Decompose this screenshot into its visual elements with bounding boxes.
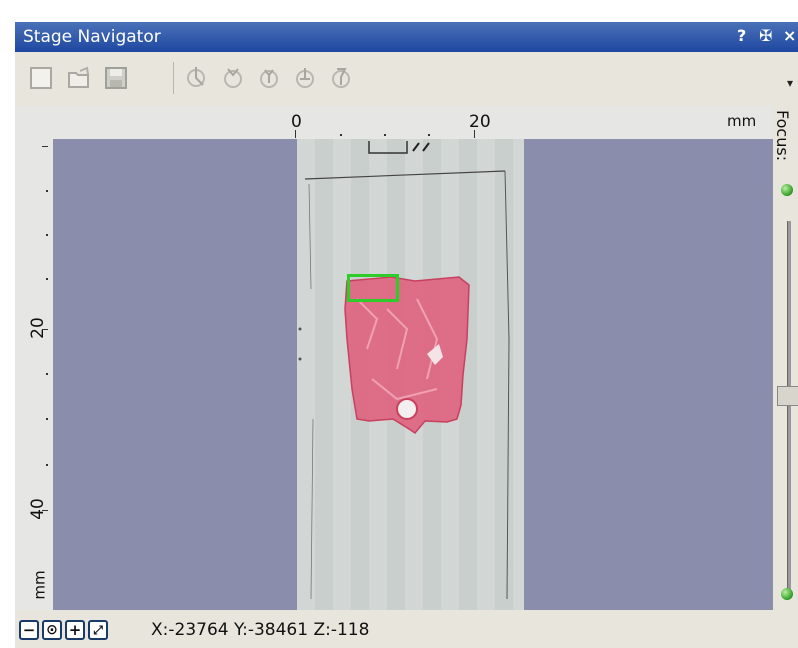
toolbar-separator bbox=[173, 62, 174, 94]
tool-5-icon[interactable] bbox=[327, 64, 355, 92]
ruler-tick bbox=[46, 234, 48, 236]
ruler-top: 0 20 mm bbox=[15, 106, 773, 139]
focus-panel: Focus: bbox=[773, 106, 798, 610]
stage-viewport[interactable]: 0 20 mm 20 40 mm bbox=[15, 106, 773, 610]
focus-slider-track[interactable] bbox=[787, 221, 791, 591]
status-bar: − ⊙ + ⤢ X:-23764 Y:-38461 Z:-118 bbox=[15, 610, 798, 648]
ruler-left-label-20: 20 bbox=[27, 317, 48, 339]
new-icon[interactable] bbox=[27, 64, 55, 92]
ruler-tick bbox=[42, 329, 48, 330]
ruler-tick bbox=[384, 134, 386, 136]
ruler-tick bbox=[42, 510, 48, 511]
ruler-top-label-0: 0 bbox=[291, 112, 302, 132]
top-margin bbox=[0, 0, 798, 22]
open-icon[interactable] bbox=[65, 64, 93, 92]
ruler-left-unit: mm bbox=[30, 570, 49, 600]
tool-4-icon[interactable] bbox=[291, 64, 319, 92]
ruler-top-unit: mm bbox=[727, 112, 757, 130]
ruler-tick bbox=[428, 134, 430, 136]
help-button[interactable]: ? bbox=[737, 26, 746, 45]
focus-bottom-indicator-icon bbox=[781, 588, 793, 600]
ruler-tick bbox=[46, 190, 48, 192]
focus-slider-thumb[interactable] bbox=[777, 385, 798, 406]
zoom-out-button[interactable]: − bbox=[19, 620, 39, 640]
tool-1-icon[interactable] bbox=[182, 64, 210, 92]
title-bar: Stage Navigator ? ✠ × bbox=[15, 22, 798, 52]
slide-drawing bbox=[298, 141, 510, 600]
ruler-tick bbox=[46, 418, 48, 420]
center-button[interactable]: ⊙ bbox=[42, 620, 62, 640]
tool-2-icon[interactable] bbox=[219, 64, 247, 92]
ruler-tick bbox=[474, 130, 475, 138]
ruler-tick bbox=[340, 134, 342, 136]
ruler-left: 20 40 mm bbox=[15, 106, 53, 610]
toolbar-overflow-icon[interactable]: ▾ bbox=[787, 76, 793, 90]
fit-view-button[interactable]: ⤢ bbox=[88, 620, 108, 640]
ruler-left-label-40: 40 bbox=[27, 498, 48, 520]
left-margin bbox=[0, 22, 15, 648]
ruler-tick bbox=[46, 373, 48, 375]
save-icon[interactable] bbox=[102, 64, 130, 92]
ruler-top-label-20: 20 bbox=[469, 112, 491, 132]
tool-3-icon[interactable] bbox=[255, 64, 283, 92]
toolbar: ▾ bbox=[15, 52, 798, 106]
close-button[interactable]: × bbox=[783, 26, 796, 45]
window-title: Stage Navigator bbox=[23, 27, 161, 47]
ruler-tick bbox=[42, 146, 48, 147]
focus-label: Focus: bbox=[773, 110, 792, 162]
ruler-tick bbox=[295, 130, 296, 138]
current-field-marker[interactable] bbox=[347, 274, 399, 302]
slide-image bbox=[297, 139, 524, 610]
zoom-in-button[interactable]: + bbox=[65, 620, 85, 640]
focus-top-indicator-icon bbox=[781, 184, 793, 196]
ruler-tick bbox=[46, 464, 48, 466]
stage-coordinates: X:-23764 Y:-38461 Z:-118 bbox=[151, 620, 370, 640]
ruler-tick bbox=[46, 278, 48, 280]
pin-button[interactable]: ✠ bbox=[759, 26, 772, 45]
